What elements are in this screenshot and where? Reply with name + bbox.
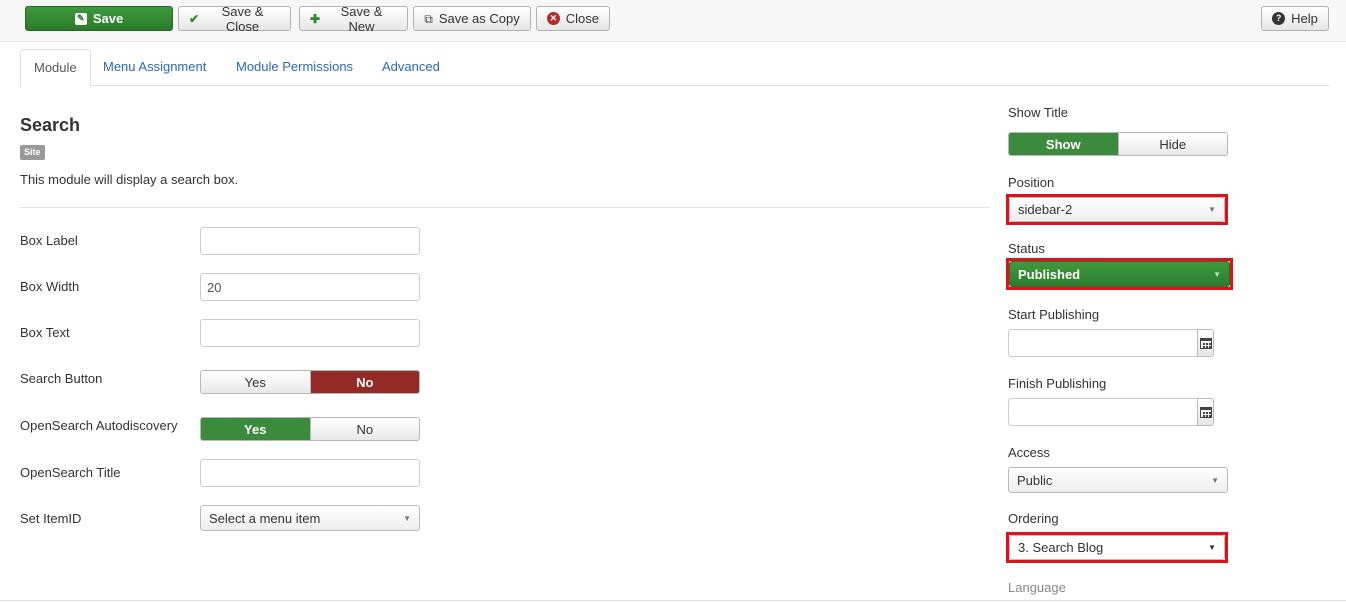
save-button[interactable]: ✎ Save (25, 6, 173, 31)
start-publishing-label: Start Publishing (1008, 307, 1100, 322)
plus-icon: ✚ (310, 11, 321, 26)
search-button-toggle: Yes No (200, 370, 420, 394)
help-button-label: Help (1291, 11, 1318, 26)
access-select[interactable]: Public ▼ (1008, 467, 1228, 493)
opensearch-autodiscovery-yes[interactable]: Yes (201, 418, 310, 440)
finish-publishing-input[interactable] (1008, 398, 1197, 426)
opensearch-autodiscovery-label: OpenSearch Autodiscovery (20, 418, 178, 433)
ordering-value: 3. Search Blog (1018, 540, 1104, 555)
show-title-label: Show Title (1008, 105, 1068, 120)
chevron-down-icon: ▼ (1208, 543, 1216, 552)
position-label: Position (1008, 175, 1055, 190)
opensearch-autodiscovery-toggle: Yes No (200, 417, 420, 441)
search-button-yes[interactable]: Yes (201, 371, 310, 393)
status-select[interactable]: Published ▼ (1009, 261, 1230, 287)
save-new-button-label: Save & New (340, 3, 383, 34)
show-title-show[interactable]: Show (1009, 133, 1118, 155)
opensearch-title-label: OpenSearch Title (20, 465, 121, 480)
access-label: Access (1008, 445, 1050, 460)
close-button-label: Close (565, 11, 599, 26)
tab-menu-assignment[interactable]: Menu Assignment (90, 49, 219, 86)
bottom-divider (0, 600, 1346, 601)
ordering-select[interactable]: 3. Search Blog ▼ (1009, 535, 1225, 560)
chevron-down-icon: ▼ (1213, 269, 1221, 279)
show-title-toggle: Show Hide (1008, 132, 1228, 156)
save-copy-button[interactable]: ⧉ Save as Copy (413, 6, 531, 31)
position-value: sidebar-2 (1018, 202, 1073, 217)
status-value: Published (1018, 266, 1081, 282)
box-text-input[interactable] (200, 319, 420, 347)
save-new-button[interactable]: ✚ Save & New (299, 3, 408, 34)
help-button[interactable]: ? Help (1261, 6, 1329, 31)
check-icon: ✔ (189, 11, 200, 26)
save-icon: ✎ (74, 12, 87, 25)
search-button-no[interactable]: No (309, 371, 419, 393)
save-copy-button-label: Save as Copy (438, 11, 520, 26)
start-publishing-field (1008, 329, 1214, 357)
chevron-down-icon: ▼ (1208, 205, 1216, 214)
chevron-down-icon: ▼ (1211, 475, 1219, 485)
tab-module[interactable]: Module (20, 49, 91, 87)
save-close-button-label: Save & Close (221, 3, 264, 34)
set-itemid-label: Set ItemID (20, 511, 82, 526)
close-circle-icon: ✕ (547, 12, 560, 25)
copy-icon: ⧉ (424, 11, 433, 26)
tab-advanced[interactable]: Advanced (369, 49, 453, 86)
language-label: Language (1008, 580, 1066, 595)
site-badge: Site (20, 145, 45, 160)
section-divider (20, 207, 990, 208)
opensearch-autodiscovery-no[interactable]: No (309, 418, 419, 440)
position-select[interactable]: sidebar-2 ▼ (1009, 197, 1225, 222)
set-itemid-select[interactable]: Select a menu item ▼ (200, 505, 420, 531)
finish-publishing-field (1008, 398, 1214, 426)
finish-publishing-label: Finish Publishing (1008, 376, 1107, 391)
close-button[interactable]: ✕ Close (536, 6, 610, 31)
opensearch-title-input[interactable] (200, 459, 420, 487)
start-publishing-input[interactable] (1008, 329, 1197, 357)
tab-module-permissions[interactable]: Module Permissions (223, 49, 366, 86)
set-itemid-value: Select a menu item (209, 510, 321, 526)
box-text-label: Box Text (20, 325, 70, 340)
box-width-label: Box Width (20, 279, 80, 294)
chevron-down-icon: ▼ (403, 513, 411, 523)
box-label-label: Box Label (20, 233, 78, 248)
toolbar: ✎ Save ✔ Save & Close ✚ Save & New ⧉ Sav… (0, 0, 1346, 42)
box-width-input[interactable] (200, 273, 420, 301)
calendar-icon (1199, 406, 1212, 418)
calendar-icon (1199, 337, 1212, 349)
status-label: Status (1008, 241, 1045, 256)
save-button-label: Save (92, 11, 124, 26)
save-close-button[interactable]: ✔ Save & Close (178, 3, 291, 34)
finish-publishing-calendar-button[interactable] (1197, 398, 1214, 426)
module-description: This module will display a search box. (20, 172, 239, 187)
box-label-input[interactable] (200, 227, 420, 255)
ordering-label: Ordering (1008, 511, 1059, 526)
access-value: Public (1017, 472, 1053, 488)
show-title-hide[interactable]: Hide (1117, 133, 1227, 155)
tab-bar: Module Menu Assignment Module Permission… (20, 49, 1329, 87)
search-button-label: Search Button (20, 371, 103, 386)
question-circle-icon: ? (1272, 12, 1286, 25)
start-publishing-calendar-button[interactable] (1197, 329, 1214, 357)
module-title: Search (20, 115, 81, 135)
